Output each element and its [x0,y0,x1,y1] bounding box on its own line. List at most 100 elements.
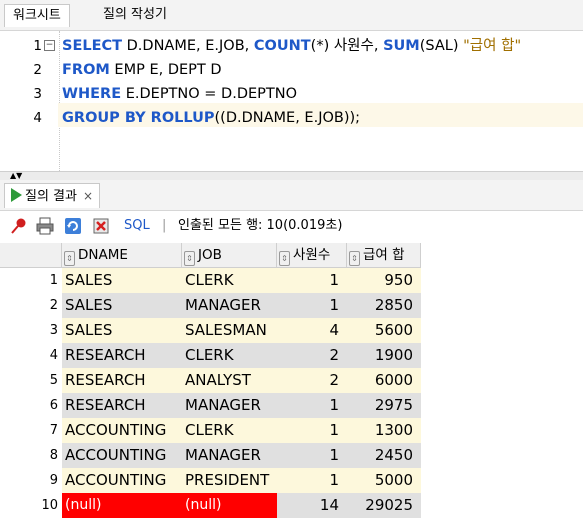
table-row[interactable]: 5 RESEARCH ANALYST 2 6000 [0,368,421,393]
splitter-arrows-icon[interactable]: ▲▼ [10,172,22,180]
tab-query-result[interactable]: 질의 결과 × [4,183,101,208]
column-header-label: 사원수 [293,247,331,263]
string-literal: "급여 합" [463,38,522,54]
sql-button[interactable]: SQL [124,216,150,236]
row-number: 1 [0,268,60,293]
cell-dname[interactable]: SALES [62,293,182,318]
cell-dname[interactable]: ACCOUNTING [62,468,182,493]
table-row[interactable]: 4 RESEARCH CLERK 2 1900 [0,343,421,368]
cell-dname[interactable]: RESEARCH [62,343,182,368]
code-text: (*) 사원수, [310,38,384,54]
column-header-label: 급여 합 [363,247,405,263]
cell-job[interactable]: MANAGER [182,443,277,468]
cell-count[interactable]: 2 [277,343,347,368]
cell-sum[interactable]: 5600 [347,318,421,343]
row-number: 7 [0,418,60,443]
table-row[interactable]: 2 SALES MANAGER 1 2850 [0,293,421,318]
toolbar-separator: | [162,218,167,233]
fold-toggle-icon[interactable]: − [44,40,55,51]
sort-icon: ⇕ [64,251,75,266]
cell-dname[interactable]: ACCOUNTING [62,443,182,468]
table-row[interactable]: 1 SALES CLERK 1 950 [0,268,421,293]
cell-dname[interactable]: (null) [62,493,182,518]
row-number: 6 [0,393,60,418]
cell-count[interactable]: 1 [277,393,347,418]
pane-splitter[interactable] [0,172,583,180]
line-number: 4 [33,110,42,126]
cell-job[interactable]: PRESIDENT [182,468,277,493]
cell-dname[interactable]: RESEARCH [62,393,182,418]
column-header-dname[interactable]: ⇕ DNAME [62,243,182,268]
cell-dname[interactable]: ACCOUNTING [62,418,182,443]
table-row[interactable]: 9 ACCOUNTING PRESIDENT 1 5000 [0,468,421,493]
cell-sum[interactable]: 950 [347,268,421,293]
column-header-label: JOB [198,247,222,263]
cell-count[interactable]: 1 [277,293,347,318]
column-header-job[interactable]: ⇕ JOB [182,243,277,268]
table-row[interactable]: 6 RESEARCH MANAGER 1 2975 [0,393,421,418]
tab-query-result-label: 질의 결과 [25,189,77,204]
cell-sum[interactable]: 2975 [347,393,421,418]
pin-icon[interactable] [10,217,28,235]
print-icon[interactable] [36,217,54,235]
cell-count[interactable]: 1 [277,418,347,443]
cell-sum[interactable]: 1900 [347,343,421,368]
export-icon[interactable] [92,217,110,235]
result-grid[interactable]: ⇕ DNAME ⇕ JOB ⇕ 사원수 ⇕ 급여 합 1 SALES CLERK 1 950 2 S… [0,243,583,525]
column-header-count[interactable]: ⇕ 사원수 [277,243,347,268]
cell-count[interactable]: 1 [277,268,347,293]
result-toolbar: SQL | 인출된 모든 행: 10(0.019초) [0,211,583,241]
tab-query-builder[interactable]: 질의 작성기 [95,4,175,26]
refresh-sql-icon[interactable] [64,217,82,235]
table-row[interactable]: 8 ACCOUNTING MANAGER 1 2450 [0,443,421,468]
cell-count[interactable]: 14 [277,493,347,518]
result-tab-bar: 질의 결과 × [0,180,583,211]
cell-sum[interactable]: 1300 [347,418,421,443]
row-number: 10 [0,493,60,518]
cell-count[interactable]: 1 [277,443,347,468]
cell-dname[interactable]: RESEARCH [62,368,182,393]
sql-editor[interactable]: 1 − SELECT D.DNAME, E.JOB, COUNT(*) 사원수,… [0,31,583,172]
line-number: 2 [33,62,42,78]
cell-count[interactable]: 2 [277,368,347,393]
keyword: SELECT [62,38,123,54]
cell-sum[interactable]: 2450 [347,443,421,468]
cell-job[interactable]: (null) [182,493,277,518]
column-header-sum[interactable]: ⇕ 급여 합 [347,243,421,268]
code-text: E.DEPTNO = D.DEPTNO [121,86,298,102]
column-header-label: DNAME [78,247,128,263]
play-icon [11,188,22,202]
cell-dname[interactable]: SALES [62,318,182,343]
line-number: 1 [33,38,42,54]
table-row[interactable]: 7 ACCOUNTING CLERK 1 1300 [0,418,421,443]
sort-icon: ⇕ [349,251,360,266]
cell-sum[interactable]: 5000 [347,468,421,493]
cell-job[interactable]: MANAGER [182,393,277,418]
cell-sum[interactable]: 2850 [347,293,421,318]
cell-job[interactable]: MANAGER [182,293,277,318]
cell-sum[interactable]: 6000 [347,368,421,393]
cell-job[interactable]: SALESMAN [182,318,277,343]
tab-worksheet[interactable]: 워크시트 [4,4,70,27]
table-row[interactable]: 10 (null) (null) 14 29025 [0,493,421,518]
top-tab-bar: 워크시트 질의 작성기 [0,0,583,31]
sort-icon: ⇕ [184,251,195,266]
keyword: SUM [383,38,420,54]
keyword: FROM [62,62,110,78]
row-number: 2 [0,293,60,318]
cell-sum[interactable]: 29025 [347,493,421,518]
cell-job[interactable]: ANALYST [182,368,277,393]
cell-count[interactable]: 4 [277,318,347,343]
line-number: 3 [33,86,42,102]
keyword: COUNT [253,38,311,54]
row-number: 4 [0,343,60,368]
sort-icon: ⇕ [279,251,290,266]
table-row[interactable]: 3 SALES SALESMAN 4 5600 [0,318,421,343]
row-number: 3 [0,318,60,343]
cell-job[interactable]: CLERK [182,418,277,443]
cell-dname[interactable]: SALES [62,268,182,293]
cell-count[interactable]: 1 [277,468,347,493]
cell-job[interactable]: CLERK [182,268,277,293]
cell-job[interactable]: CLERK [182,343,277,368]
close-icon[interactable]: × [83,189,93,203]
